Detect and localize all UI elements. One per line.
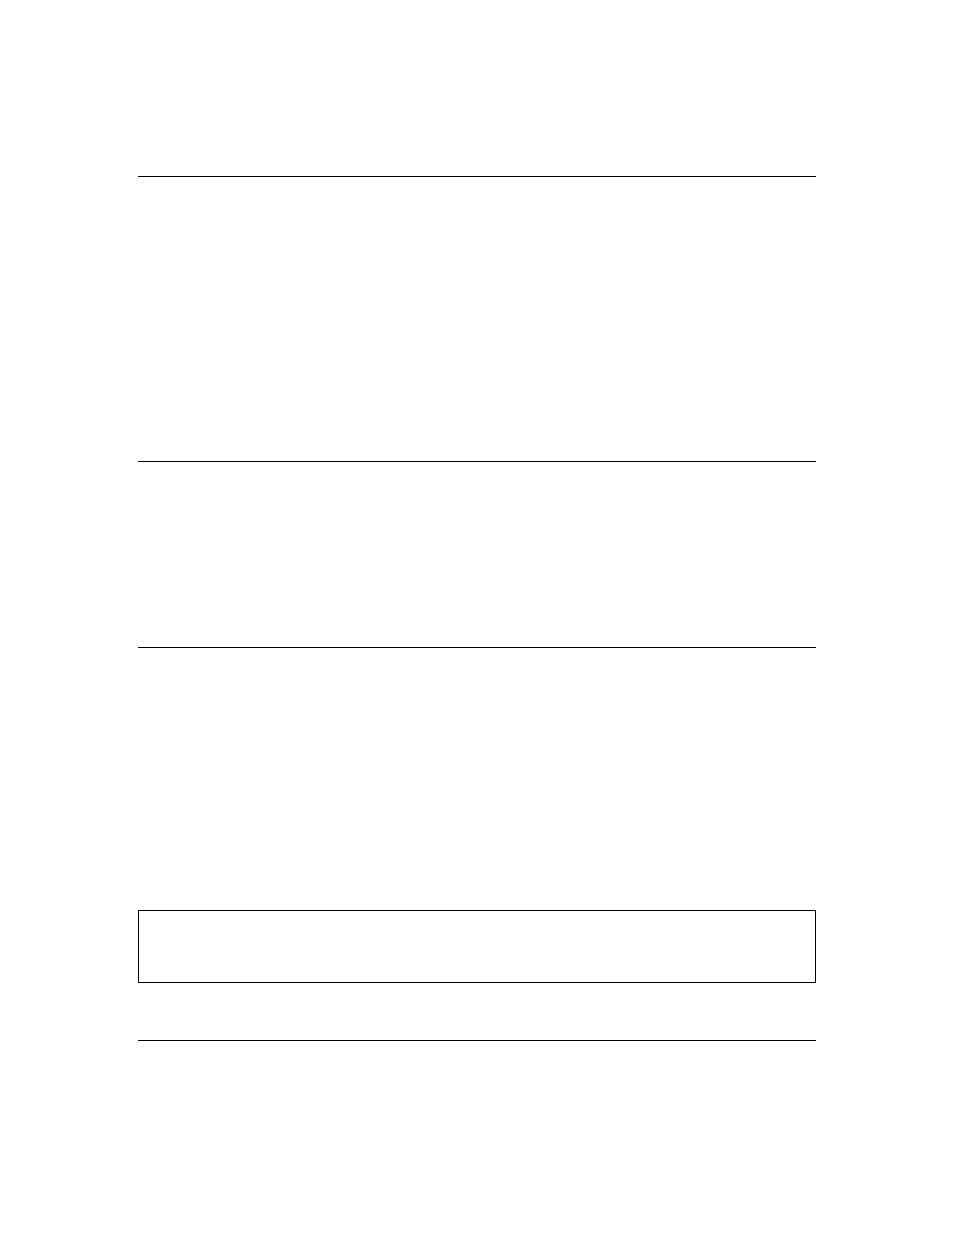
horizontal-rule	[138, 647, 816, 648]
horizontal-rule	[138, 1040, 816, 1041]
horizontal-rule	[138, 461, 816, 462]
content-box	[138, 910, 816, 983]
horizontal-rule	[138, 176, 816, 177]
